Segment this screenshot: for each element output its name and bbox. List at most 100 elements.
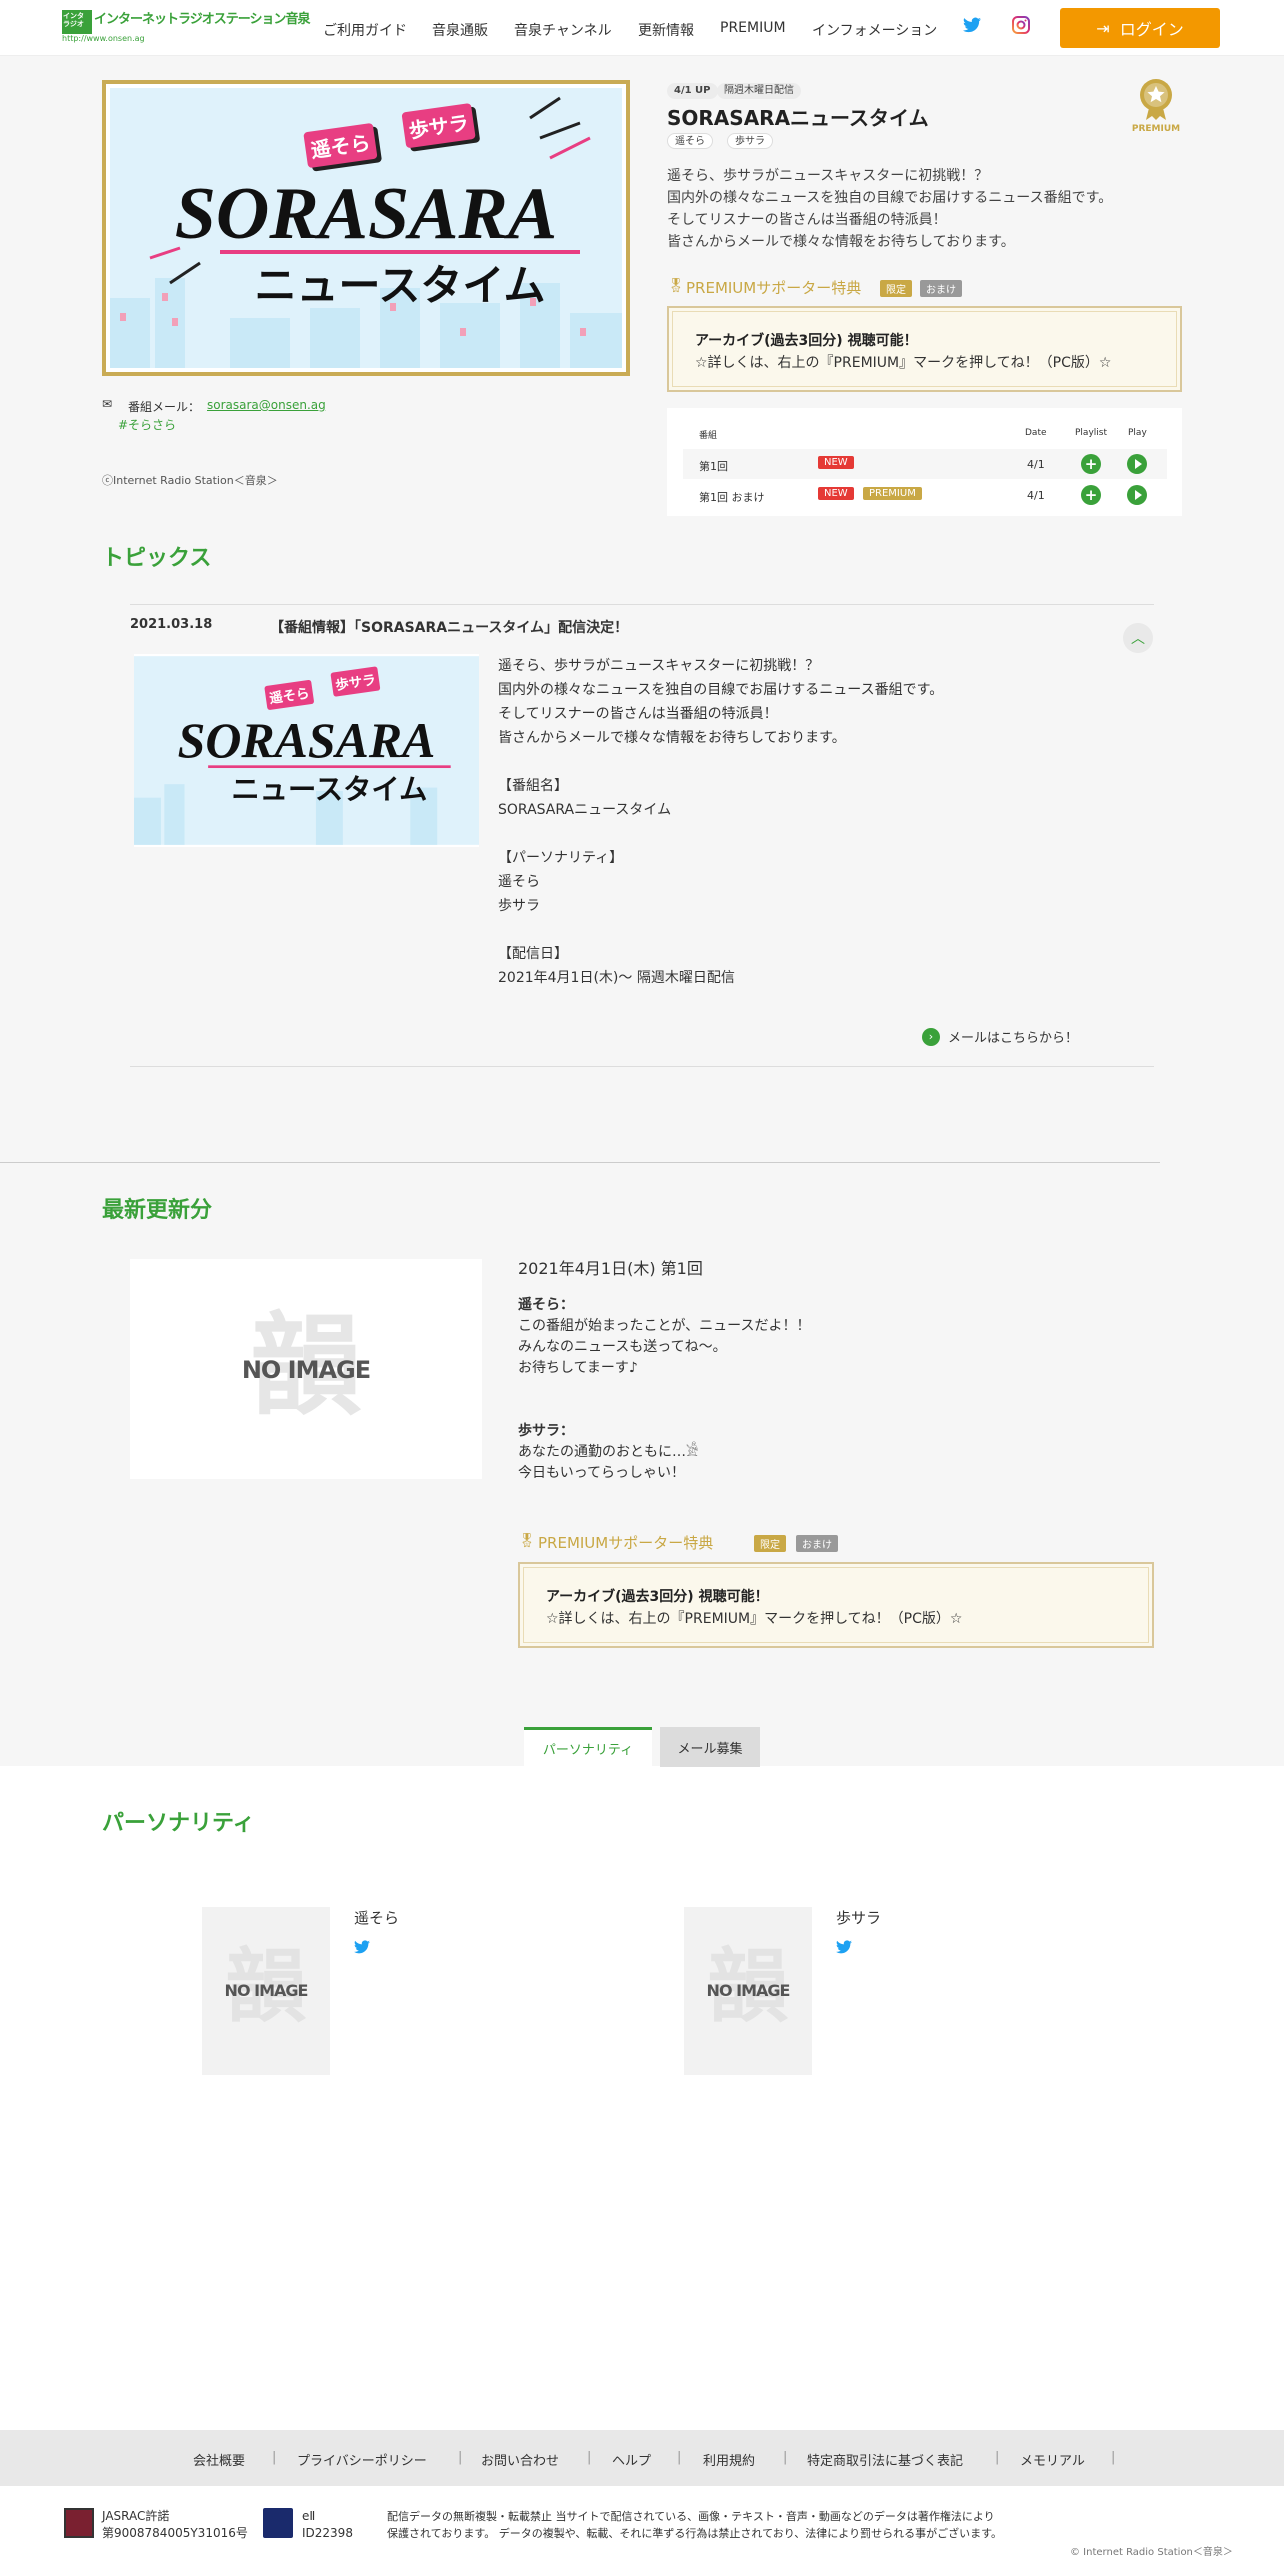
noimage-label: NO IMAGE [706,1981,791,2000]
premium-medal-icon: 🎖 [667,278,685,294]
mail-link-label: メールはこちらから！ [948,1031,1079,1046]
nextone-logo [263,2508,293,2538]
topic-line: 遥そら [498,874,540,890]
nextone-label: eⅡ [302,2509,316,2523]
update-tag: 4/1 UP [667,83,718,99]
topic-line: 2021年4月1日(木)～ 隔週木曜日配信 [498,970,735,986]
speaker-name: 遥そら： [518,1297,574,1313]
personality-no-image: 韻 NO IMAGE [684,1907,812,2075]
bonus-badge: おまけ [920,280,962,297]
latest-line: この番組が始まったことが、ニュースだよ！！ [518,1318,811,1334]
episode-row[interactable]: 第1回 NEW 4/1 + [683,449,1167,479]
footer-link-memorial[interactable]: メモリアル [1020,2450,1085,2469]
premium-info-box: アーカイブ(過去3回分) 視聴可能！ ☆詳しくは、右上の『PREMIUM』マーク… [518,1562,1154,1648]
play-icon[interactable] [1127,454,1147,474]
footer-separator: | [458,2450,463,2465]
performer-tag[interactable]: 歩サラ [727,133,773,149]
premium-line1: アーカイブ(過去3回分) 視聴可能！ [546,1589,769,1605]
nav-guide[interactable]: ご利用ガイド [323,20,407,40]
footer-link-privacy[interactable]: プライバシーポリシー [297,2450,427,2469]
topic-image: 遥そら 歩サラ SORASARA ニュースタイム [134,654,479,847]
desc-line: 皆さんからメールで様々な情報をお待ちしております。 [667,234,1015,250]
footer-link-tokushoho[interactable]: 特定商取引法に基づく表記 [807,2450,963,2469]
add-playlist-icon[interactable]: + [1081,454,1101,474]
nextone-number: ID22398 [302,2526,353,2540]
divider [130,604,1154,605]
footer-separator: | [587,2450,592,2465]
jasrac-text: JASRAC許諾 第9008784005Y31016号 [102,2508,248,2542]
nav-shop[interactable]: 音泉通販 [432,20,488,40]
footer-link-company[interactable]: 会社概要 [193,2450,245,2469]
logo-url: http://www.onsen.ag [62,34,145,43]
program-key-visual: 遥そら 歩サラ SORASARA ニュースタイム [102,80,630,376]
premium-medal-icon: 🎖 [518,1533,536,1549]
desc-line: 遥そら、歩サラがニュースキャスターに初挑戦！？ [667,168,989,184]
instagram-icon[interactable] [1012,16,1030,38]
add-playlist-icon[interactable]: + [1081,485,1101,505]
nav-updates[interactable]: 更新情報 [638,20,694,40]
mail-link[interactable]: › メールはこちらから！ [922,1027,1078,1046]
latest-line: みんなのニュースも送ってね～。 [518,1339,727,1355]
copyright-notice: 配信データの無断複製・転載禁止 当サイトで配信されている、画像・テキスト・音声・… [387,2508,1002,2542]
section-divider [0,1162,1160,1163]
footer-link-help[interactable]: ヘルプ [612,2450,651,2469]
jasrac-logo [64,2508,94,2538]
new-badge: NEW [818,487,854,500]
episode-name: 第1回 おまけ [699,491,765,504]
topic-line: 【パーソナリティ】 [498,850,624,866]
episode-row[interactable]: 第1回 おまけ NEW PREMIUM 4/1 + [683,480,1167,510]
nav-premium[interactable]: PREMIUM [720,20,786,36]
twitter-icon[interactable] [836,1940,852,1958]
no-image-placeholder: 韻 NO IMAGE [202,1940,330,2033]
site-logo[interactable]: インタ ラジオ インターネットラジオステーション音泉 http://www.ons… [62,8,310,44]
latest-body: 遥そら： この番組が始まったことが、ニュースだよ！！ みんなのニュースも送ってね… [518,1295,1118,1484]
nav-channel[interactable]: 音泉チャンネル [514,20,612,40]
arrow-right-icon: › [922,1027,940,1046]
topic-line: 【番組名】 [498,778,568,794]
twitter-icon[interactable] [354,1940,370,1958]
episode-date: 4/1 [1027,458,1045,471]
col-header-date: Date [1025,428,1047,438]
notice-line: 配信データの無断複製・転載禁止 当サイトで配信されている、画像・テキスト・音声・… [387,2510,995,2523]
program-hashtag[interactable]: #そらさら [118,416,176,433]
jasrac-label: JASRAC許諾 [102,2509,170,2523]
collapse-chevron-up-icon[interactable]: ︿ [1123,623,1153,653]
site-header: インタ ラジオ インターネットラジオステーション音泉 http://www.ons… [0,0,1284,56]
login-button[interactable]: ⇥ ログイン [1060,8,1220,48]
divider [130,1066,1154,1067]
premium-mark-button[interactable]: PREMIUM [1126,78,1186,134]
twitter-icon[interactable] [963,17,981,37]
topic-date: 2021.03.18 [130,617,213,632]
latest-title: 2021年4月1日(木) 第1回 [518,1259,703,1278]
program-mail-label: 番組メール： [128,400,201,414]
program-mail-link[interactable]: sorasara@onsen.ag [207,398,326,412]
topic-title[interactable]: 【番組情報】「SORASARAニュースタイム」配信決定！ [270,617,628,637]
col-header-play: Play [1128,428,1147,438]
tab-mail-recruit[interactable]: メール募集 [660,1727,760,1767]
topic-image-title: SORASARA [178,713,436,768]
personality-name: 遥そら [354,1909,400,1927]
topic-body: 遥そら、歩サラがニュースキャスターに初挑戦！？ 国内外の様々なニュースを独自の目… [498,654,1138,990]
desc-line: そしてリスナーの皆さんは当番組の特派員！ [667,212,947,228]
tab-personality[interactable]: パーソナリティ [524,1727,652,1767]
premium-mark-label: PREMIUM [1131,124,1181,134]
latest-line: お待ちしてまーす♪ [518,1360,638,1376]
topic-line: そしてリスナーの皆さんは当番組の特派員！ [498,706,778,722]
performer-tag[interactable]: 遥そら [667,133,713,149]
nav-information[interactable]: インフォメーション [812,20,937,40]
personality-no-image: 韻 NO IMAGE [202,1907,330,2075]
speaker-name: 歩サラ： [518,1423,574,1439]
episode-table: 番組 Date Playlist Play 第1回 NEW 4/1 + 第1回 … [667,408,1182,516]
nextone-text: eⅡ ID22398 [302,2508,353,2542]
topic-line: 歩サラ [498,898,540,914]
footer-link-contact[interactable]: お問い合わせ [481,2450,559,2469]
col-header-program: 番組 [699,431,718,441]
jasrac-number: 第9008784005Y31016号 [102,2526,248,2540]
play-icon[interactable] [1127,485,1147,505]
footer-copyright: © Internet Radio Station＜音泉＞ [1070,2547,1233,2558]
premium-line2: ☆詳しくは、右上の『PREMIUM』マークを押してね！（PC版）☆ [695,355,1112,371]
footer-link-terms[interactable]: 利用規約 [703,2450,755,2469]
no-image-placeholder: 韻 NO IMAGE [684,1940,812,2033]
noimage-label: NO IMAGE [224,1981,309,2000]
